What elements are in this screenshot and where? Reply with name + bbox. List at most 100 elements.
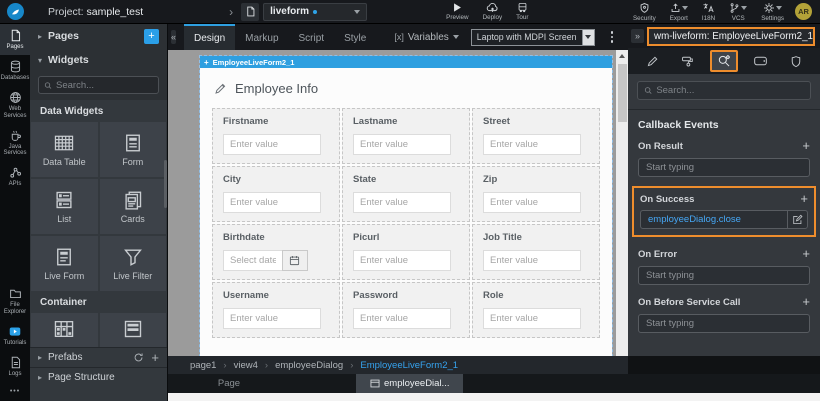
more-options-icon[interactable] [607,31,618,43]
sidebar-item-logs[interactable]: Logs [0,351,30,382]
tab-styles[interactable] [674,50,702,72]
field-input[interactable] [353,250,451,271]
widget-form[interactable]: Form [100,122,167,177]
calendar-button[interactable] [282,250,308,271]
selected-widget-bar[interactable]: + EmployeeLiveForm2_1 [200,56,612,68]
device-selector[interactable]: Laptop with MDPI Screen [471,29,595,46]
field-password[interactable]: Password [342,282,470,338]
add-event-button[interactable]: + [802,141,810,151]
sidebar-item-databases[interactable]: Databases [0,55,30,86]
settings-button[interactable]: Settings [761,0,784,24]
expand-right-panel-button[interactable]: » [631,29,644,43]
caret-down-icon: ▾ [38,56,42,65]
left-panel-scrollbar[interactable] [164,160,167,208]
page-structure-section[interactable]: ▸ Page Structure [30,367,167,387]
breadcrumb-employeedialog[interactable]: employeeDialog [275,360,343,371]
export-button[interactable]: Export [670,0,688,24]
preview-button[interactable]: Preview [446,0,468,24]
tab-design[interactable]: Design [184,24,235,50]
collapse-left-panel-button[interactable]: « [171,30,176,44]
tab-employee-dialog[interactable]: employeeDial... [356,374,463,393]
canvas-vertical-scrollbar[interactable] [616,50,628,367]
page-selector-dropdown[interactable]: liveform [263,3,367,21]
refresh-icon[interactable] [133,352,144,363]
tab-events[interactable] [710,50,738,72]
field-job-title[interactable]: Job Title [472,224,600,280]
tab-device[interactable] [746,50,774,72]
properties-search[interactable] [637,81,811,100]
pages-section-header[interactable]: ▸ Pages + [30,24,167,48]
deploy-button[interactable]: Deploy [483,0,503,24]
user-avatar[interactable]: AR [795,3,812,20]
search-icon [644,86,652,95]
field-street[interactable]: Street [472,108,600,164]
date-input[interactable] [223,250,282,271]
widget-search[interactable] [38,76,159,94]
vcs-button[interactable]: VCS [729,0,747,24]
field-city[interactable]: City [212,166,340,222]
widget-panel[interactable] [100,313,167,347]
field-role[interactable]: Role [472,282,600,338]
field-lastname[interactable]: Lastname [342,108,470,164]
tab-security[interactable] [782,50,810,72]
field-birthdate[interactable]: Birthdate [212,224,340,280]
field-input[interactable] [483,134,581,155]
field-firstname[interactable]: Firstname [212,108,340,164]
tab-script[interactable]: Script [289,24,335,50]
properties-panel: » wm-liveform: EmployeeLiveForm2_1 [628,24,820,356]
field-input[interactable] [483,308,581,329]
tab-page[interactable]: Page [190,374,268,393]
widget-live-filter[interactable]: Live Filter [100,236,167,291]
on-result-input[interactable] [638,158,810,177]
on-error-input[interactable] [638,266,810,285]
tour-button[interactable]: Tour [516,0,528,24]
field-input[interactable] [223,192,321,213]
field-username[interactable]: Username [212,282,340,338]
widget-search-input[interactable] [56,80,153,91]
variables-button[interactable]: [x] Variables [394,32,458,43]
field-picurl[interactable]: Picurl [342,224,470,280]
add-event-button[interactable]: + [802,297,810,307]
field-input[interactable] [223,134,321,155]
widget-list[interactable]: List [31,179,98,234]
tab-style[interactable]: Style [334,24,376,50]
field-input[interactable] [353,192,451,213]
field-input[interactable] [483,192,581,213]
sidebar-item-file-explorer[interactable]: File Explorer [0,282,30,320]
project-name: Project: sample_test [48,6,143,18]
edit-action-button[interactable] [787,211,807,228]
sidebar-item-web-services[interactable]: Web Services [0,86,30,124]
widgets-section-header[interactable]: ▾ Widgets [30,48,167,72]
i18n-button[interactable]: I18N [702,0,715,24]
sidebar-item-java-services[interactable]: Java Services [0,124,30,162]
prefabs-section[interactable]: ▸ Prefabs + [30,347,167,367]
widget-live-form[interactable]: Live Form [31,236,98,291]
field-input[interactable] [353,308,451,329]
add-prefab-button[interactable]: + [151,350,159,365]
field-input[interactable] [353,134,451,155]
tab-markup[interactable]: Markup [235,24,288,50]
widget-cards[interactable]: Cards [100,179,167,234]
breadcrumb-page1[interactable]: page1 [190,360,216,371]
on-before-service-call-input[interactable] [638,314,810,333]
add-event-button[interactable]: + [802,249,810,259]
breadcrumb-view4[interactable]: view4 [234,360,258,371]
sidebar-item-pages[interactable]: Pages [0,24,30,55]
add-event-button[interactable]: + [800,194,808,204]
field-input[interactable] [483,250,581,271]
widget-grid-layout[interactable] [31,313,98,347]
tab-properties[interactable] [638,50,666,72]
sidebar-item-apis[interactable]: APIs [0,161,30,192]
on-success-action-link[interactable]: employeeDialog.close [641,214,787,225]
field-state[interactable]: State [342,166,470,222]
properties-search-input[interactable] [656,85,804,96]
sidebar-item-tutorials[interactable]: Tutorials [0,320,30,351]
security-button[interactable]: Security [633,0,656,24]
sidebar-more-icon[interactable]: ••• [0,382,30,401]
field-input[interactable] [223,308,321,329]
widget-data-table[interactable]: Data Table [31,122,98,177]
field-zip[interactable]: Zip [472,166,600,222]
add-page-button[interactable]: + [144,29,159,44]
breadcrumb-employeeliveform[interactable]: EmployeeLiveForm2_1 [360,360,458,371]
wavemaker-logo-icon[interactable] [7,3,24,20]
